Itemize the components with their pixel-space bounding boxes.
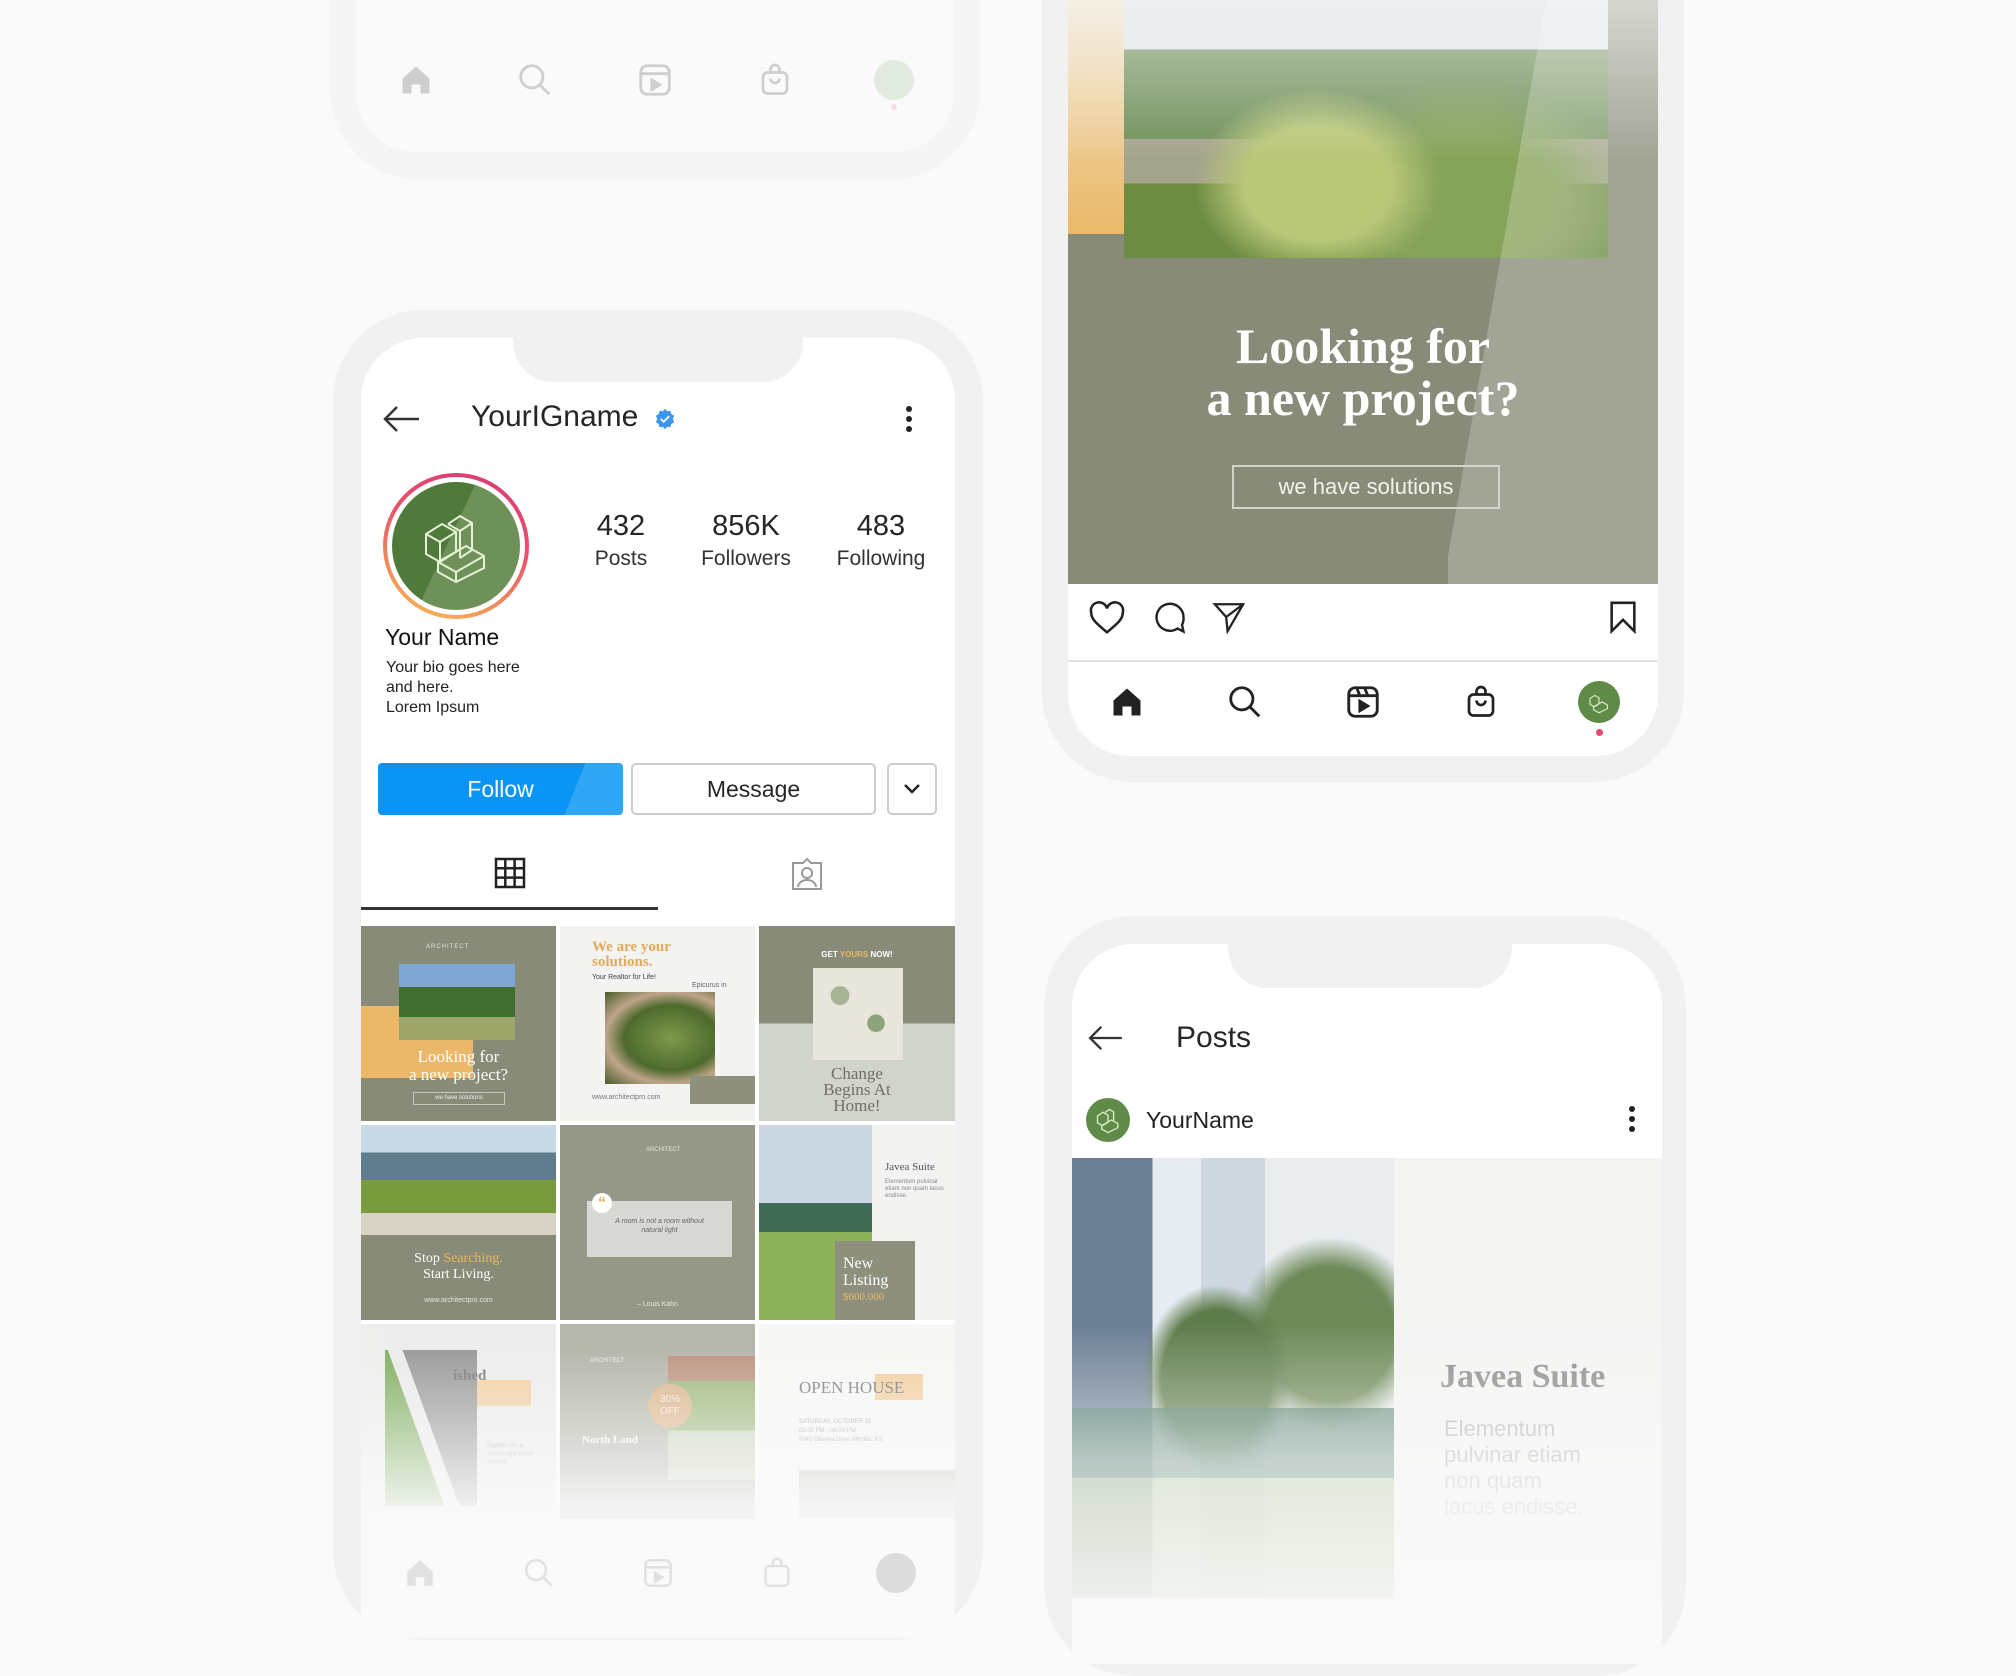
grid-post[interactable]: ARCHITECT Looking for a new project? we h…: [361, 926, 556, 1121]
architect-logo-icon: [1096, 1108, 1119, 1134]
stat-following[interactable]: 483 Following: [821, 510, 941, 571]
grid-post[interactable]: OPEN HOUSE SATURDAY, OCTOBER 15 03.00 PM …: [759, 1324, 955, 1519]
home-icon[interactable]: [394, 58, 438, 102]
reels-icon[interactable]: [633, 58, 677, 102]
display-name: Your Name: [385, 624, 500, 650]
grid-post[interactable]: ARCHITECT “ A room is not a room without…: [560, 1125, 755, 1320]
tab-grid[interactable]: [361, 838, 658, 910]
post-author-name[interactable]: YourName: [1146, 1107, 1254, 1134]
posts-grid: ARCHITECT Looking for a new project? we h…: [361, 926, 955, 1526]
post-image: [813, 968, 903, 1060]
bio: Your bio goes here and here. Lorem Ipsum: [386, 659, 520, 716]
page-title: Posts: [1176, 1021, 1252, 1054]
grid-post[interactable]: We are your solutions. Your Realtor for L…: [560, 926, 755, 1121]
card-title: Javea Suite: [1440, 1358, 1606, 1395]
home-icon[interactable]: [1105, 680, 1149, 724]
comment-icon[interactable]: [1152, 600, 1188, 641]
grid-icon: [494, 857, 525, 888]
bookmark-icon[interactable]: [1608, 600, 1638, 639]
bottom-nav: [356, 50, 954, 110]
shop-icon[interactable]: [753, 58, 797, 102]
phone-profile: YourIGname 432 Posts 856K Followers 483 Fol…: [333, 310, 983, 1640]
back-arrow-icon[interactable]: [1086, 1024, 1124, 1057]
back-arrow-icon[interactable]: [381, 404, 421, 439]
phone-top-left: [330, 0, 980, 180]
home-icon[interactable]: [398, 1551, 442, 1595]
grid-post[interactable]: GET YOURS NOW! Change Begins At Home!: [759, 926, 955, 1121]
notch: [1228, 944, 1512, 988]
grid-post[interactable]: Javea Suite Elementum pulvinar etiam non…: [759, 1125, 955, 1320]
more-options-icon[interactable]: [1628, 1106, 1636, 1137]
discount-badge: 30% OFF: [648, 1384, 692, 1428]
grid-post[interactable]: ished Sagittis orci a scelerisque purus …: [361, 1324, 556, 1519]
profile-avatar[interactable]: [874, 1551, 918, 1595]
post-card[interactable]: Javea Suite Elementum pulvinar etiam non…: [1072, 1158, 1662, 1664]
profile-avatar[interactable]: [1577, 680, 1621, 736]
search-icon[interactable]: [513, 58, 557, 102]
tab-tagged[interactable]: [658, 838, 955, 910]
notch: [513, 338, 803, 382]
chevron-down-icon: [904, 784, 920, 794]
notification-dot: [1596, 729, 1603, 736]
follow-button[interactable]: Follow: [378, 763, 623, 815]
post-author-avatar[interactable]: [1086, 1098, 1130, 1142]
cta-box: we have solutions: [1232, 465, 1500, 509]
post-image: [605, 992, 715, 1084]
message-button[interactable]: Message: [631, 763, 876, 815]
more-options-icon[interactable]: [905, 406, 913, 437]
profile-screen: YourIGname 432 Posts 856K Followers 483 Fol…: [361, 338, 955, 1638]
divider: [1068, 660, 1658, 662]
phone-post: Looking for a new project? we have solut…: [1042, 0, 1684, 782]
tagged-icon: [791, 857, 822, 890]
profile-username: YourIGname: [471, 400, 639, 433]
share-icon[interactable]: [1212, 600, 1246, 639]
grid-post[interactable]: Stop Searching. Start Living. www.archite…: [361, 1125, 556, 1320]
post-card[interactable]: Looking for a new project? we have solut…: [1068, 0, 1658, 584]
bottom-nav: [361, 1548, 955, 1598]
reels-icon[interactable]: [636, 1551, 680, 1595]
post-image: [361, 1125, 556, 1235]
shop-icon[interactable]: [1459, 680, 1503, 724]
like-icon[interactable]: [1088, 600, 1126, 641]
phone-posts: Posts YourName Javea Suite Elementum pul…: [1044, 916, 1686, 1676]
bottom-nav: [1068, 672, 1658, 736]
post-headline: Looking for a new project?: [1206, 318, 1520, 426]
stat-posts[interactable]: 432 Posts: [571, 510, 671, 571]
post-screen: Looking for a new project? we have solut…: [1068, 0, 1658, 756]
cta-box: we have solutions: [413, 1092, 505, 1105]
card-body: Elementum pulvinar etiam non quam lacus …: [1444, 1416, 1584, 1519]
post-image: [399, 964, 515, 1040]
reels-icon[interactable]: [1341, 680, 1385, 724]
search-icon[interactable]: [1223, 680, 1267, 724]
shop-icon[interactable]: [755, 1551, 799, 1595]
quote-icon: “: [592, 1193, 612, 1213]
suggested-dropdown-button[interactable]: [887, 763, 937, 815]
grid-post[interactable]: ARCHITECT 30% OFF North Land: [560, 1324, 755, 1519]
profile-avatar[interactable]: [872, 58, 916, 110]
architect-logo-icon: [425, 514, 485, 584]
profile-avatar-large[interactable]: [383, 473, 529, 619]
notification-dot: [891, 104, 898, 110]
stats-row: 432 Posts 856K Followers 483 Following: [571, 510, 941, 571]
search-icon[interactable]: [517, 1551, 561, 1595]
stat-followers[interactable]: 856K Followers: [686, 510, 806, 571]
posts-screen: Posts YourName Javea Suite Elementum pul…: [1072, 944, 1662, 1664]
verified-badge-icon: [654, 408, 676, 435]
